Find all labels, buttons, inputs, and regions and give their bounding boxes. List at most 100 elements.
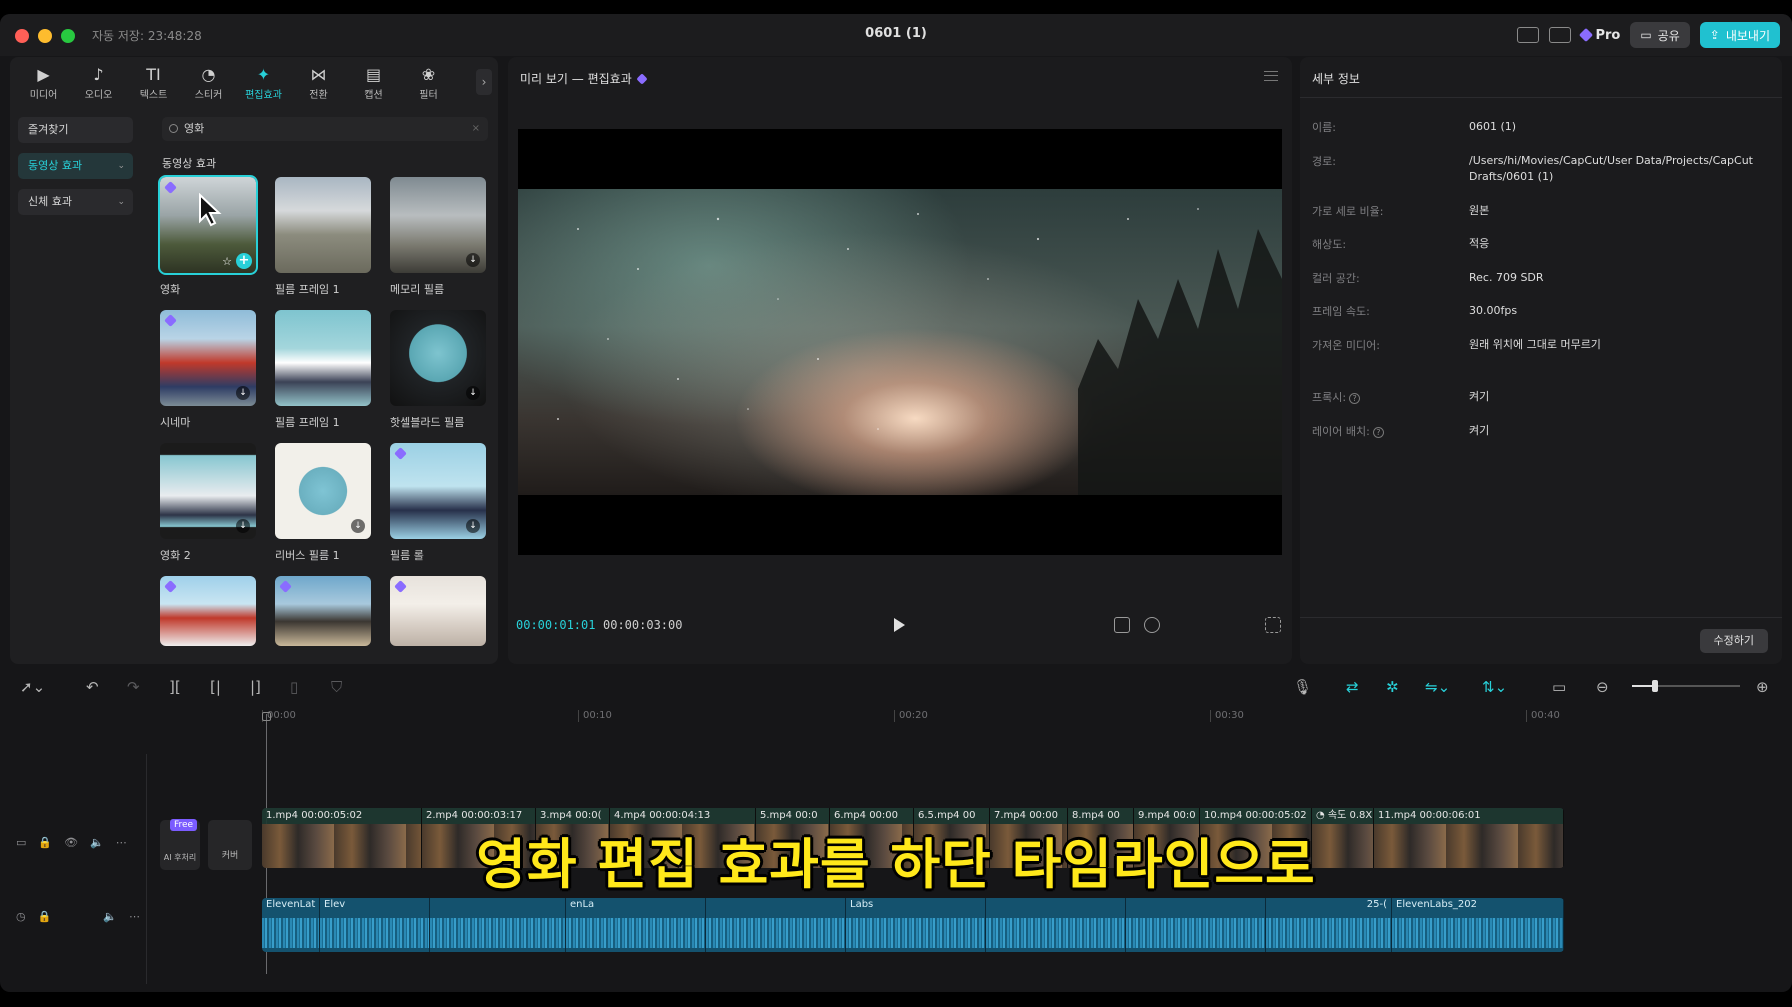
microphone-icon[interactable]: 🎙 — [1293, 679, 1312, 695]
lock-icon[interactable]: 🔒 — [38, 910, 52, 923]
detail-key: 해상도: — [1312, 238, 1347, 251]
more-icon[interactable]: ⋯ — [129, 910, 140, 923]
zoom-slider[interactable] — [1632, 680, 1740, 692]
help-icon[interactable]: ? — [1372, 426, 1384, 438]
caption-icon: ▤ — [365, 64, 382, 84]
category-video-effects[interactable]: 동영상 효과 ⌄ — [18, 153, 133, 179]
add-icon[interactable]: + — [236, 253, 252, 269]
tab-transition[interactable]: ⋈ 전환 — [291, 57, 346, 109]
effect-card[interactable] — [160, 576, 256, 646]
speaker-icon[interactable]: 🔈 — [103, 910, 117, 923]
chevron-right-icon[interactable]: › — [476, 69, 492, 95]
tab-label: 미디어 — [29, 90, 58, 101]
clear-icon[interactable]: × — [472, 117, 480, 141]
timeline-ruler[interactable]: 00:00 00:10 00:20 00:30 00:40 — [262, 706, 1792, 730]
category-favorites[interactable]: 즐겨찾기 — [18, 117, 133, 143]
audio-clip[interactable]: Labs — [846, 898, 986, 952]
audio-clip[interactable] — [430, 898, 566, 952]
favorite-star-icon[interactable]: ☆ — [222, 255, 232, 268]
audio-clip[interactable] — [1126, 898, 1266, 952]
audio-clip-name: enLa — [570, 899, 595, 910]
effect-card[interactable]: 필름 프레임 1 — [275, 310, 371, 430]
shortcut-icon[interactable] — [1549, 27, 1572, 43]
split-icon[interactable]: ][ — [169, 679, 181, 695]
zoom-handle[interactable] — [1652, 680, 1658, 692]
help-icon[interactable]: ? — [1349, 392, 1361, 404]
effect-card[interactable]: ↓ 핫셀블라드 필름 — [390, 310, 486, 430]
tab-caption[interactable]: ▤ 캡션 — [346, 57, 401, 109]
ruler-tick: 00:30 — [1210, 710, 1244, 722]
effect-label: 필름 프레임 1 — [275, 416, 340, 429]
audio-clip[interactable] — [986, 898, 1126, 952]
waveform — [262, 918, 319, 948]
snapshot-icon[interactable] — [1144, 617, 1160, 633]
audio-clip[interactable]: enLa — [566, 898, 706, 952]
audio-clip[interactable] — [706, 898, 846, 952]
export-button[interactable]: ⇪ 내보내기 — [1699, 22, 1780, 48]
clock-icon[interactable]: ◷ — [16, 910, 26, 923]
play-icon[interactable] — [894, 618, 905, 632]
effect-label: 핫셀블라드 필름 — [390, 416, 465, 429]
split-left-icon[interactable]: [| — [210, 679, 221, 695]
pro-badge[interactable]: Pro — [1579, 28, 1620, 43]
text-icon: TI — [146, 64, 161, 84]
layout-icon[interactable] — [1114, 617, 1130, 633]
effect-card[interactable]: ↓ 리버스 필름 1 — [275, 443, 371, 563]
effect-card[interactable]: ↓ 필름 롤 — [390, 443, 486, 563]
preview-screen[interactable] — [518, 129, 1282, 555]
tab-media[interactable]: ▶ 미디어 — [16, 57, 71, 109]
fullscreen-icon[interactable] — [1265, 617, 1281, 633]
playhead-handle[interactable] — [262, 712, 271, 721]
select-tool-icon[interactable]: ➚⌄ — [20, 679, 45, 695]
tab-filter[interactable]: ❀ 필터 — [401, 57, 456, 109]
effect-card[interactable]: ↓ 시네마 — [160, 310, 256, 430]
audio-clip[interactable]: ElevenLabs_202 — [1392, 898, 1564, 952]
menu-icon[interactable] — [1264, 71, 1278, 81]
media-icon: ▶ — [37, 64, 50, 84]
effect-card[interactable]: ↓ 메모리 필름 — [390, 177, 486, 297]
download-icon[interactable]: ↓ — [351, 519, 365, 533]
preview-axis-icon[interactable]: ⇅⌄ — [1482, 679, 1507, 695]
audio-clip-name — [986, 898, 1125, 912]
download-icon[interactable]: ↓ — [466, 519, 480, 533]
preview-title-text: 미리 보기 — 편집효과 — [520, 72, 632, 86]
effect-card[interactable]: ↓ 영화 2 — [160, 443, 256, 563]
search-input[interactable]: 영화 × — [162, 117, 488, 141]
download-icon[interactable]: ↓ — [236, 519, 250, 533]
detail-key: 이름: — [1312, 121, 1336, 134]
tab-audio[interactable]: ♪ 오디오 — [71, 57, 126, 109]
undo-icon[interactable]: ↶ — [86, 679, 99, 695]
effect-label: 필름 롤 — [390, 549, 424, 562]
split-right-icon[interactable]: |] — [250, 679, 261, 695]
shield-icon[interactable]: ⛉ — [331, 679, 342, 695]
audio-clip[interactable]: ElevenLat — [262, 898, 320, 952]
effect-card[interactable] — [390, 576, 486, 646]
effect-card[interactable] — [275, 576, 371, 646]
audio-clip[interactable]: Elev — [320, 898, 430, 952]
download-icon[interactable]: ↓ — [466, 253, 480, 267]
tab-sticker[interactable]: ◔ 스티커 — [181, 57, 236, 109]
detail-value: 켜기 — [1469, 390, 1490, 403]
snap-icon[interactable]: ⇋⌄ — [1425, 679, 1450, 695]
effect-card[interactable]: 필름 프레임 1 — [275, 177, 371, 297]
tab-text[interactable]: TI 텍스트 — [126, 57, 181, 109]
link-icon[interactable]: ✲ — [1386, 679, 1399, 695]
download-icon[interactable]: ↓ — [236, 386, 250, 400]
tab-effects[interactable]: ✦ 편집효과 — [236, 57, 291, 109]
redo-icon[interactable]: ↷ — [127, 679, 140, 695]
detail-key: 레이어 배치: — [1312, 425, 1370, 438]
effect-label: 영화 — [160, 283, 181, 296]
caption-track-icon[interactable]: ▭ — [1552, 679, 1566, 695]
effect-card[interactable]: ☆ + 영화 — [158, 175, 258, 297]
modify-button[interactable]: 수정하기 — [1699, 629, 1768, 653]
category-body-effects[interactable]: 신체 효과 ⌄ — [18, 189, 133, 215]
layout-icon[interactable] — [1517, 27, 1540, 43]
share-button[interactable]: ▭ 공유 — [1630, 22, 1690, 48]
zoom-out-icon[interactable]: ⊖ — [1596, 679, 1609, 695]
delete-icon[interactable]: ▯ — [290, 679, 298, 695]
audio-clip[interactable]: 25-( — [1266, 898, 1392, 952]
magnet-icon[interactable]: ⇄ — [1346, 679, 1359, 695]
premium-gem-icon — [394, 580, 407, 593]
zoom-in-icon[interactable]: ⊕ — [1756, 679, 1769, 695]
download-icon[interactable]: ↓ — [466, 386, 480, 400]
